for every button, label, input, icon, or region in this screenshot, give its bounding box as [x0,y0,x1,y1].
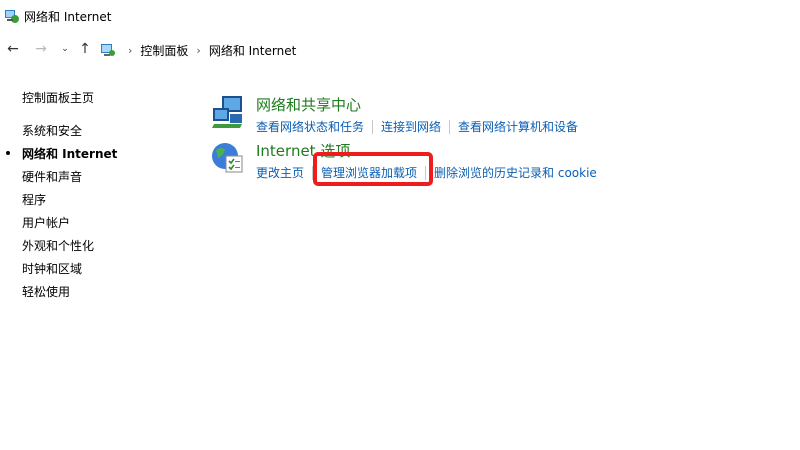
sidebar-item-ease-of-access[interactable]: 轻松使用 [22,283,70,300]
network-sharing-center-icon [212,96,242,128]
link-divider [372,119,374,134]
internet-options-icon [212,143,243,173]
arrow-right-icon[interactable]: → [32,40,50,58]
link-delete-browsing-history[interactable]: 删除浏览的历史记录和 cookie [434,164,597,181]
link-view-network-status[interactable]: 查看网络状态和任务 [256,118,364,135]
window-title: 网络和 Internet [24,10,112,24]
chevron-right-icon: › [128,43,133,57]
chevron-right-icon: › [196,43,201,57]
sidebar-item-clock-region[interactable]: 时钟和区域 [22,260,82,277]
sidebar-item-system-security[interactable]: 系统和安全 [22,122,82,139]
arrow-up-icon[interactable]: ↑ [76,40,94,58]
sidebar-home-link[interactable]: 控制面板主页 [22,89,94,106]
network-globe-icon [5,10,19,23]
control-panel-icon [101,44,115,56]
section-links: 查看网络状态和任务 连接到网络 查看网络计算机和设备 [256,118,578,135]
link-connect-to-network[interactable]: 连接到网络 [381,118,441,135]
highlight-box [313,152,433,186]
breadcrumb-control-panel[interactable]: 控制面板 [140,42,188,59]
sidebar-item-appearance[interactable]: 外观和个性化 [22,237,94,254]
current-item-bullet [6,151,10,155]
sidebar-item-user-accounts[interactable]: 用户帐户 [22,214,70,231]
title-bar: 网络和 Internet [0,0,800,32]
sidebar-item-network-internet[interactable]: 网络和 Internet [22,145,117,162]
link-change-homepage[interactable]: 更改主页 [256,164,304,181]
link-divider [449,119,451,134]
sidebar-item-hardware-sound[interactable]: 硬件和声音 [22,168,82,185]
link-view-network-computers[interactable]: 查看网络计算机和设备 [458,118,578,135]
breadcrumb: › 控制面板 › 网络和 Internet [100,40,296,60]
breadcrumb-network-internet[interactable]: 网络和 Internet [209,42,296,59]
chevron-down-icon[interactable]: ⌄ [56,40,74,58]
arrow-left-icon[interactable]: ← [4,40,22,58]
address-bar: ← → ⌄ ↑ › 控制面板 › 网络和 Internet [0,36,800,64]
sidebar-item-programs[interactable]: 程序 [22,191,46,208]
section-title-network-sharing[interactable]: 网络和共享中心 [256,94,361,115]
